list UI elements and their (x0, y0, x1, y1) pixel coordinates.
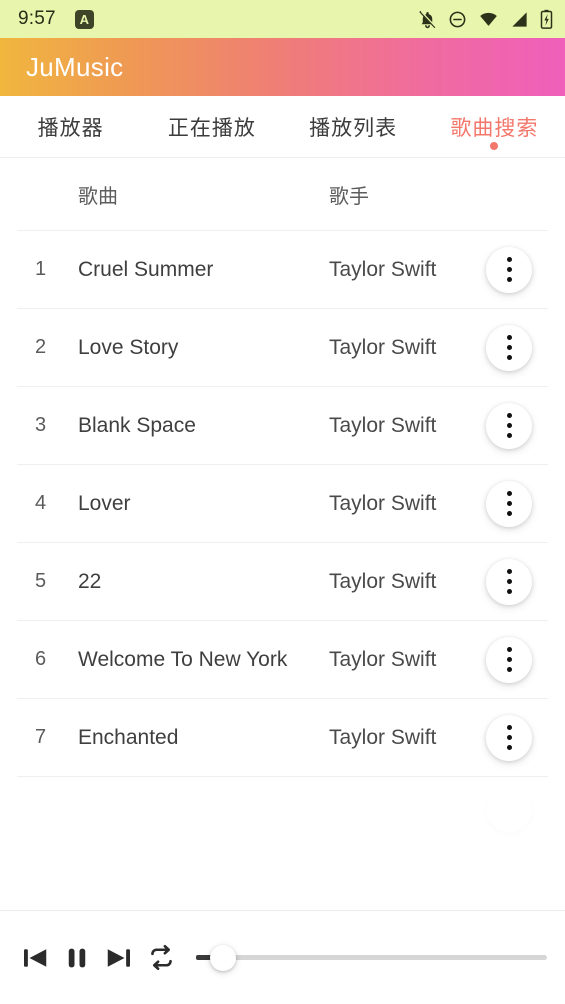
partially-visible-next-row (17, 777, 548, 855)
progress-slider-track (224, 955, 547, 960)
row-artist: Taylor Swift (329, 491, 437, 515)
row-index: 7 (35, 726, 47, 748)
row-artist: Taylor Swift (329, 257, 437, 281)
next-track-button[interactable] (98, 933, 140, 983)
row-menu-cell (470, 714, 548, 761)
song-table-body: 1 Cruel Summer Taylor Swift 2 Love Story… (0, 231, 565, 855)
row-overflow-menu-icon[interactable] (486, 636, 532, 683)
header-song: 歌曲 (78, 185, 118, 208)
tab-song-search[interactable]: 歌曲搜索 (424, 96, 565, 157)
table-row[interactable]: 5 22 Taylor Swift (17, 543, 548, 621)
row-artist: Taylor Swift (329, 647, 437, 671)
row-index: 3 (35, 414, 47, 436)
row-song-title: Cruel Summer (78, 257, 214, 281)
row-overflow-menu-icon[interactable] (486, 324, 532, 371)
notifications-off-icon (418, 10, 437, 29)
tab-now-playing-label: 正在播放 (167, 116, 256, 140)
row-index: 1 (35, 258, 47, 280)
row-menu-cell (470, 246, 548, 293)
tab-playlist-label: 播放列表 (309, 116, 398, 140)
table-row[interactable]: 1 Cruel Summer Taylor Swift (17, 231, 548, 309)
table-row[interactable]: 7 Enchanted Taylor Swift (17, 699, 548, 777)
row-artist: Taylor Swift (329, 725, 437, 749)
row-menu-cell (470, 402, 548, 449)
battery-charging-icon (540, 9, 553, 29)
row-artist: Taylor Swift (329, 569, 437, 593)
tab-player-label: 播放器 (37, 116, 104, 140)
row-song-title: Lover (78, 491, 131, 515)
row-index: 5 (35, 570, 47, 592)
row-menu-cell (470, 324, 548, 371)
row-song-title: 22 (78, 569, 102, 593)
song-list-panel: 歌曲 歌手 1 Cruel Summer Taylor Swift 2 Love… (0, 158, 565, 910)
tab-bar: 播放器 正在播放 播放列表 歌曲搜索 (0, 96, 565, 158)
progress-slider[interactable] (210, 938, 547, 978)
table-row[interactable]: 6 Welcome To New York Taylor Swift (17, 621, 548, 699)
row-song-title: Enchanted (78, 725, 179, 749)
progress-slider-thumb[interactable] (210, 944, 236, 971)
tab-player[interactable]: 播放器 (0, 96, 141, 157)
table-row[interactable]: 2 Love Story Taylor Swift (17, 309, 548, 387)
active-tab-indicator-dot (490, 142, 499, 150)
row-song-title: Welcome To New York (78, 647, 288, 671)
header-artist: 歌手 (329, 185, 369, 208)
row-song-title: Love Story (78, 335, 179, 359)
row-overflow-menu-icon[interactable] (486, 480, 532, 527)
status-bar: 9:57 A (0, 0, 565, 38)
row-overflow-menu-icon[interactable] (486, 714, 532, 761)
do-not-disturb-icon (448, 10, 467, 29)
row-index: 2 (35, 336, 47, 358)
player-control-bar (0, 910, 565, 1004)
row-index: 4 (35, 492, 47, 514)
row-overflow-menu-icon[interactable] (486, 558, 532, 605)
pause-button[interactable] (56, 933, 98, 983)
row-menu-cell (470, 558, 548, 605)
row-menu-cell (470, 480, 548, 527)
row-artist: Taylor Swift (329, 413, 437, 437)
row-overflow-menu-icon (486, 786, 532, 832)
app-bar: JuMusic (0, 38, 565, 96)
table-row[interactable]: 4 Lover Taylor Swift (17, 465, 548, 543)
table-row[interactable]: 3 Blank Space Taylor Swift (17, 387, 548, 465)
status-bar-clock: 9:57 (18, 8, 56, 29)
row-overflow-menu-icon[interactable] (486, 246, 532, 293)
cellular-signal-icon (510, 10, 529, 29)
previous-track-button[interactable] (14, 933, 56, 983)
app-root: 9:57 A JuMusic 播放器 正在播放 播放列表 歌曲搜索 歌曲 歌手 … (0, 0, 565, 1004)
tab-song-search-label: 歌曲搜索 (450, 116, 539, 140)
row-index: 6 (35, 648, 47, 670)
row-song-title: Blank Space (78, 413, 196, 437)
tab-playlist[interactable]: 播放列表 (283, 96, 424, 157)
app-title: JuMusic (26, 51, 124, 82)
app-notification-badge-icon: A (74, 9, 94, 29)
song-table-header: 歌曲 歌手 (17, 158, 548, 231)
row-menu-cell (470, 636, 548, 683)
tab-now-playing[interactable]: 正在播放 (141, 96, 282, 157)
row-overflow-menu-icon[interactable] (486, 402, 532, 449)
repeat-button[interactable] (140, 933, 182, 983)
wifi-icon (478, 10, 499, 29)
row-artist: Taylor Swift (329, 335, 437, 359)
status-bar-icons (418, 9, 553, 29)
